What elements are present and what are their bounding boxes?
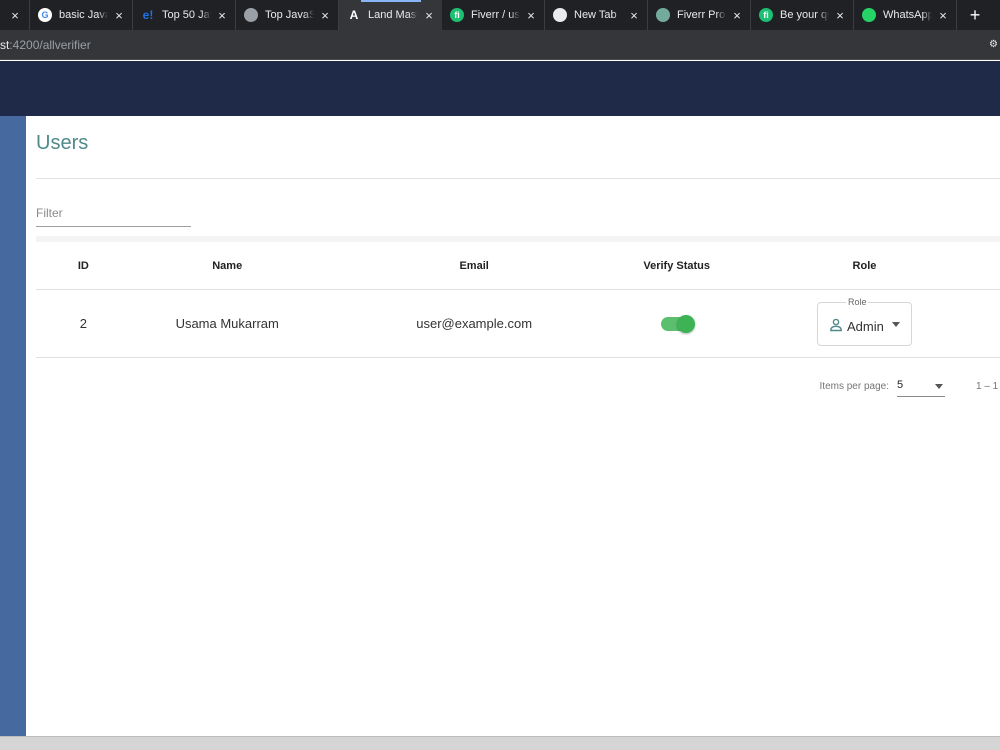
horizontal-scrollbar[interactable] bbox=[0, 736, 1000, 750]
angular-icon: A bbox=[349, 8, 359, 22]
cell-role: Role Admin bbox=[729, 296, 1000, 346]
chrome-icon bbox=[553, 8, 567, 22]
google-icon: G bbox=[38, 8, 52, 22]
url-host: st bbox=[0, 37, 10, 52]
tab-top-50-java[interactable]: e! Top 50 Java × bbox=[133, 0, 236, 30]
browser-tab-strip: × G basic JavaScript × e! Top 50 Java × … bbox=[0, 0, 1000, 30]
filter-field[interactable] bbox=[36, 204, 191, 227]
cell-name: Usama Mukarram bbox=[175, 316, 279, 331]
tab-land-master[interactable]: A Land Master × bbox=[339, 0, 442, 30]
header-name[interactable]: Name bbox=[131, 260, 324, 272]
close-icon[interactable]: × bbox=[730, 8, 744, 23]
sidebar bbox=[0, 116, 26, 736]
tab-title: Land Master bbox=[368, 9, 418, 21]
fiverr-icon: fi bbox=[450, 8, 464, 22]
tab-partial[interactable]: × bbox=[0, 0, 30, 30]
filter-input[interactable] bbox=[36, 206, 191, 220]
close-icon[interactable]: × bbox=[833, 8, 847, 23]
cell-id: 2 bbox=[79, 316, 87, 331]
tab-whatsapp[interactable]: WhatsApp × bbox=[854, 0, 957, 30]
cell-verify-status bbox=[624, 315, 728, 334]
main-content: Users ID Name Email Verify Status Role 2… bbox=[26, 116, 1000, 736]
toggle-knob bbox=[676, 315, 695, 334]
tab-basic-javascript[interactable]: G basic JavaScript × bbox=[30, 0, 133, 30]
cell-email: user@example.com bbox=[416, 316, 533, 331]
table-row: 2 Usama Mukarram user@example.com Role A… bbox=[36, 290, 1000, 358]
app-toolbar bbox=[0, 61, 1000, 116]
tab-top-javascript[interactable]: Top JavaScript × bbox=[236, 0, 339, 30]
tab-title: basic JavaScript bbox=[59, 9, 108, 21]
close-icon[interactable]: × bbox=[524, 8, 538, 23]
tab-title: New Tab bbox=[574, 9, 617, 21]
tab-title: Top 50 Java bbox=[162, 9, 211, 21]
chevron-down-icon bbox=[891, 321, 900, 327]
close-icon[interactable]: × bbox=[936, 8, 950, 23]
page-size-select[interactable]: 5 bbox=[897, 375, 945, 397]
chevron-down-icon bbox=[935, 384, 943, 389]
url-path: :4200/allverifier bbox=[9, 37, 91, 52]
page-title: Users bbox=[36, 132, 89, 154]
person-icon bbox=[830, 318, 842, 331]
header-email[interactable]: Email bbox=[324, 260, 625, 272]
header-role[interactable]: Role bbox=[729, 260, 1000, 272]
close-icon[interactable]: × bbox=[422, 8, 436, 23]
close-icon[interactable]: × bbox=[8, 8, 22, 23]
fiverr-icon: fi bbox=[759, 8, 773, 22]
page-range-label: 1 – 1 bbox=[976, 380, 999, 392]
users-table: ID Name Email Verify Status Role 2 Usama… bbox=[36, 236, 1000, 358]
extension-icon[interactable]: ⚙ bbox=[989, 39, 998, 50]
tab-title: Fiverr Profile bbox=[677, 9, 726, 21]
tab-title: Be your quest bbox=[780, 9, 829, 21]
divider bbox=[36, 178, 1000, 179]
header-id[interactable]: ID bbox=[36, 260, 131, 272]
close-icon[interactable]: × bbox=[112, 8, 126, 23]
tab-fiverr-user[interactable]: fi Fiverr / user × bbox=[442, 0, 545, 30]
role-select[interactable]: Role Admin bbox=[816, 296, 912, 346]
close-icon[interactable]: × bbox=[627, 8, 641, 23]
tab-new-tab[interactable]: New Tab × bbox=[545, 0, 648, 30]
verify-toggle[interactable] bbox=[660, 315, 695, 334]
address-bar[interactable]: st:4200/allverifier ⚙ bbox=[0, 30, 1000, 60]
close-icon[interactable]: × bbox=[318, 8, 332, 23]
whatsapp-icon bbox=[862, 8, 876, 22]
role-select-label: Role bbox=[845, 296, 869, 307]
globe-icon bbox=[244, 8, 258, 22]
header-verify-status[interactable]: Verify Status bbox=[624, 260, 728, 272]
page-size-value: 5 bbox=[897, 379, 904, 391]
paginator: Items per page: 5 1 – 1 bbox=[820, 374, 1000, 398]
new-tab-button[interactable]: + bbox=[963, 5, 987, 26]
items-per-page-label: Items per page: bbox=[819, 380, 889, 392]
tab-title: Fiverr / user bbox=[471, 9, 520, 21]
url-text[interactable]: st:4200/allverifier bbox=[0, 38, 91, 52]
tab-title: Top JavaScript bbox=[265, 9, 314, 21]
tab-title: WhatsApp bbox=[883, 9, 932, 21]
tab-be-your-quest[interactable]: fi Be your quest × bbox=[751, 0, 854, 30]
edureka-icon: e! bbox=[142, 8, 154, 22]
tab-fiverr-profile[interactable]: Fiverr Profile × bbox=[648, 0, 751, 30]
close-icon[interactable]: × bbox=[215, 8, 229, 23]
openai-icon bbox=[656, 8, 670, 22]
role-select-value: Admin bbox=[846, 318, 884, 334]
table-header-row: ID Name Email Verify Status Role bbox=[36, 242, 1000, 290]
